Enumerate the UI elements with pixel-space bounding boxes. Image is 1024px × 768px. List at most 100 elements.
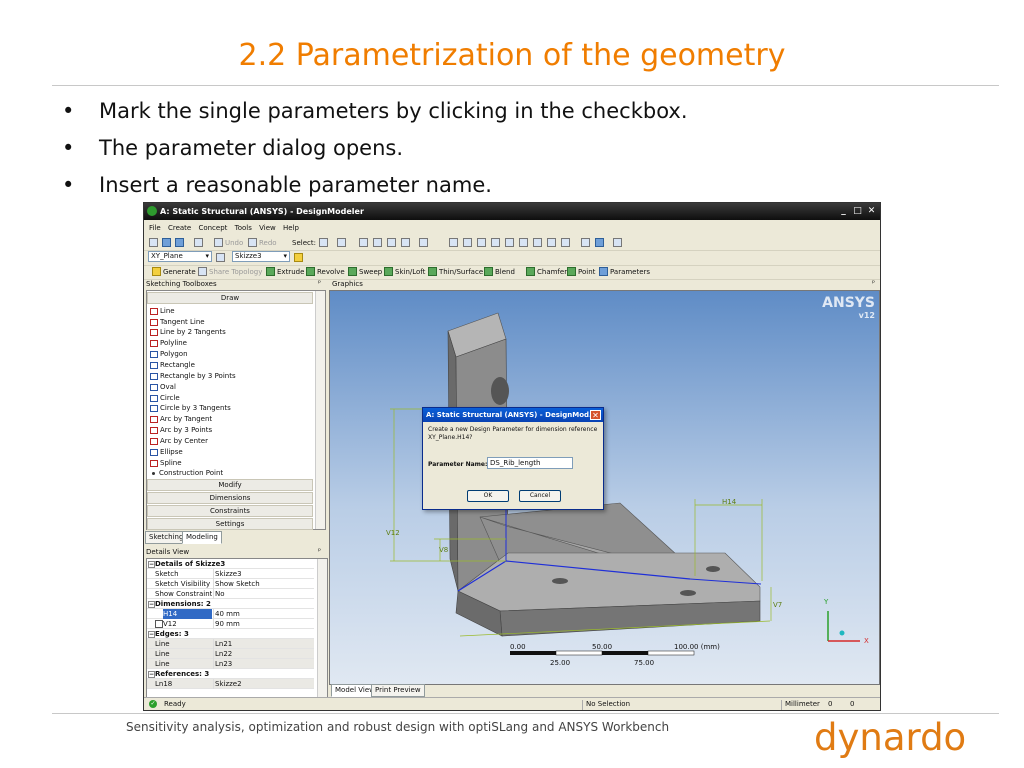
table-row[interactable]: Line Ln21 (147, 639, 314, 649)
dialog-titlebar[interactable]: A: Static Structural (ANSYS) - DesignMod… (423, 408, 603, 422)
pin-icon[interactable]: ᵖ (318, 547, 321, 555)
maximize-button[interactable]: □ (851, 205, 864, 217)
parameter-name-input[interactable]: DS_Rib_length (487, 457, 573, 469)
revolve-button[interactable]: Revolve (306, 266, 345, 277)
zoom-icon[interactable] (477, 237, 486, 248)
tool-ellipse[interactable]: Ellipse (150, 447, 183, 457)
dimension-v7[interactable]: V7 (773, 601, 782, 609)
tool-circle[interactable]: Circle (150, 393, 180, 403)
tool-line[interactable]: Line (150, 306, 175, 316)
table-row-h14[interactable]: H14 40 mm (147, 609, 314, 619)
table-row-v12[interactable]: V12 90 mm (147, 619, 314, 629)
undo-button[interactable]: Undo (214, 237, 243, 248)
tool-polygon[interactable]: Polygon (150, 349, 188, 359)
table-row[interactable]: Line Ln22 (147, 649, 314, 659)
references-header-row[interactable]: − References: 3 (147, 669, 314, 679)
pan-icon[interactable] (463, 237, 472, 248)
skin-loft-button[interactable]: Skin/Loft (384, 266, 425, 277)
dimensions-group-header[interactable]: Dimensions (147, 492, 313, 504)
ok-button[interactable]: OK (467, 490, 509, 502)
look-at-icon[interactable] (581, 237, 590, 248)
tool-line-by-2-tangents[interactable]: Line by 2 Tangents (150, 327, 226, 337)
sweep-button[interactable]: Sweep (348, 266, 382, 277)
parameters-button[interactable]: Parameters (599, 266, 650, 277)
extrude-button[interactable]: Extrude (266, 266, 304, 277)
zoom-in-icon[interactable] (533, 237, 542, 248)
new-plane-icon[interactable] (216, 252, 225, 263)
menu-create[interactable]: Create (168, 224, 191, 232)
select-point-icon[interactable] (359, 237, 368, 248)
collapse-icon[interactable]: − (148, 601, 155, 608)
tool-rectangle[interactable]: Rectangle (150, 360, 195, 370)
tab-modeling[interactable]: Modeling (182, 531, 222, 544)
menu-help[interactable]: Help (283, 224, 299, 232)
redo-button[interactable]: Redo (248, 237, 277, 248)
dimension-v12[interactable]: V12 (386, 529, 400, 537)
close-button[interactable]: ✕ (865, 205, 878, 217)
draw-group-header[interactable]: Draw (147, 292, 313, 304)
details-scrollbar[interactable] (317, 559, 327, 699)
table-row[interactable]: Line Ln23 (147, 659, 314, 669)
table-row[interactable]: Show Constraints?No (147, 589, 314, 599)
pin-icon[interactable]: ᵖ (872, 279, 875, 287)
table-row[interactable]: Sketch Visibility Show Sketch (147, 579, 314, 589)
ruler-icon[interactable] (613, 237, 622, 248)
magnifier-icon[interactable] (519, 237, 528, 248)
generate-button[interactable]: Generate (152, 266, 196, 277)
point-button[interactable]: Point (567, 266, 595, 277)
tool-arc-3-points[interactable]: Arc by 3 Points (150, 425, 212, 435)
display-icon[interactable] (595, 237, 604, 248)
settings-group-header[interactable]: Settings (147, 518, 313, 530)
table-row[interactable]: Sketch Skizze3 (147, 569, 314, 579)
modify-group-header[interactable]: Modify▾ (147, 479, 322, 491)
select-face-icon[interactable] (387, 237, 396, 248)
minimize-button[interactable]: _ (837, 205, 850, 217)
dimensions-header-row[interactable]: − Dimensions: 2 (147, 599, 314, 609)
tool-arc-by-center[interactable]: Arc by Center (150, 436, 208, 446)
rotate-icon[interactable] (449, 237, 458, 248)
thin-surface-button[interactable]: Thin/Surface (428, 266, 483, 277)
menu-view[interactable]: View (259, 224, 276, 232)
pin-icon[interactable]: ᵖ (318, 279, 321, 287)
select-body-icon[interactable] (401, 237, 410, 248)
window-titlebar[interactable]: A: Static Structural (ANSYS) - DesignMod… (144, 203, 880, 220)
save-icon[interactable] (162, 237, 171, 248)
zoom-fit-icon[interactable] (505, 237, 514, 248)
dialog-close-button[interactable]: ✕ (590, 410, 601, 420)
sketch-dropdown[interactable]: Skizze3 ▾ (232, 251, 290, 262)
cancel-button[interactable]: Cancel (519, 490, 561, 502)
details-title-row[interactable]: − Details of Skizze3 (147, 559, 314, 569)
menu-file[interactable]: File (149, 224, 161, 232)
menu-tools[interactable]: Tools (235, 224, 252, 232)
graphics-viewport[interactable]: ANSYS v12 V12 V8 H14 V7 Y X 0.00 50.00 1… (329, 290, 880, 685)
share-topology-button[interactable]: Share Topology (198, 266, 262, 277)
dimension-v8[interactable]: V8 (439, 546, 448, 554)
chamfer-button[interactable]: Chamfer (526, 266, 567, 277)
tool-polyline[interactable]: Polyline (150, 338, 187, 348)
parameter-checkbox[interactable] (155, 610, 163, 618)
extend-selection-icon[interactable] (419, 237, 428, 248)
tool-circle-3-tangents[interactable]: Circle by 3 Tangents (150, 403, 231, 413)
zoom-out-icon[interactable] (547, 237, 556, 248)
edges-header-row[interactable]: − Edges: 3 (147, 629, 314, 639)
blend-button[interactable]: Blend (484, 266, 515, 277)
parameter-checkbox[interactable] (155, 620, 163, 628)
tool-tangent-line[interactable]: Tangent Line (150, 317, 205, 327)
collapse-icon[interactable]: − (148, 671, 155, 678)
table-row[interactable]: Ln18 Skizze2 (147, 679, 314, 689)
tool-oval[interactable]: Oval (150, 382, 176, 392)
iso-view-icon[interactable] (561, 237, 570, 248)
toolbox-scrollbar[interactable] (315, 291, 325, 529)
select-mode-icon[interactable] (319, 237, 328, 248)
collapse-icon[interactable]: − (148, 631, 155, 638)
dimension-h14[interactable]: H14 (722, 498, 736, 506)
new-sketch-icon[interactable] (294, 252, 303, 263)
tab-print-preview[interactable]: Print Preview (371, 684, 425, 697)
constraints-group-header[interactable]: Constraints (147, 505, 313, 517)
menu-concept[interactable]: Concept (198, 224, 227, 232)
collapse-icon[interactable]: − (148, 561, 155, 568)
zoom-box-icon[interactable] (491, 237, 500, 248)
tool-construction-point[interactable]: Construction Point (150, 468, 223, 478)
new-icon[interactable] (149, 237, 158, 248)
tool-rectangle-3-points[interactable]: Rectangle by 3 Points (150, 371, 236, 381)
